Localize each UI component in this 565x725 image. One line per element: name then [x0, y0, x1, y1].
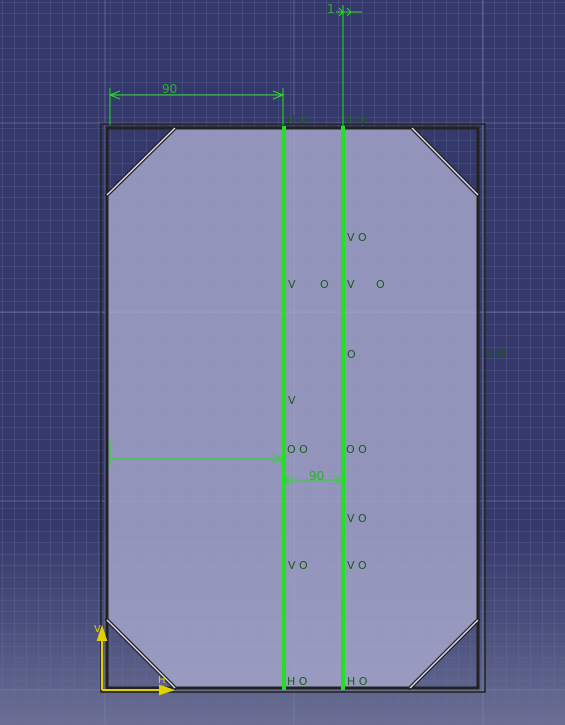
sketch-grid: [0, 0, 565, 725]
dimension-bottom-width[interactable]: 90: [309, 469, 324, 483]
constraint-v-right-1[interactable]: V O: [347, 231, 367, 244]
constraint-oo-right[interactable]: O O: [346, 443, 367, 456]
constraint-o-mid-1[interactable]: O: [320, 278, 329, 291]
constraint-v-right-low2[interactable]: V O: [347, 559, 367, 572]
constraint-v-left-mid[interactable]: V: [288, 278, 296, 291]
constraint-h-top-right[interactable]: H O: [347, 113, 367, 126]
constraint-v-right-mid[interactable]: V: [347, 278, 355, 291]
axis-h-label: H: [158, 675, 166, 686]
constraint-o-right-mid[interactable]: O: [376, 278, 385, 291]
constraint-v-outer-right[interactable]: V O: [486, 348, 506, 361]
dimension-offset[interactable]: 1: [327, 2, 335, 16]
sketch-viewport[interactable]: 90 90 1 H O H O V O V O V O O V O V O O …: [0, 0, 565, 725]
constraint-v-right-low1[interactable]: V O: [347, 512, 367, 525]
constraint-h-bottom-left[interactable]: H O: [287, 675, 307, 688]
constraint-v-left-low[interactable]: V: [288, 394, 296, 407]
constraint-v-left-low2[interactable]: V O: [288, 559, 308, 572]
constraint-h-bottom-right[interactable]: H O: [347, 675, 367, 688]
constraint-o-center[interactable]: O: [347, 348, 356, 361]
constraint-h-top-left[interactable]: H O: [287, 113, 307, 126]
dimension-top-width[interactable]: 90: [162, 82, 177, 96]
axis-v-label: V: [94, 624, 101, 635]
constraint-oo-left[interactable]: O O: [287, 443, 308, 456]
plate-shape: [107, 128, 478, 688]
